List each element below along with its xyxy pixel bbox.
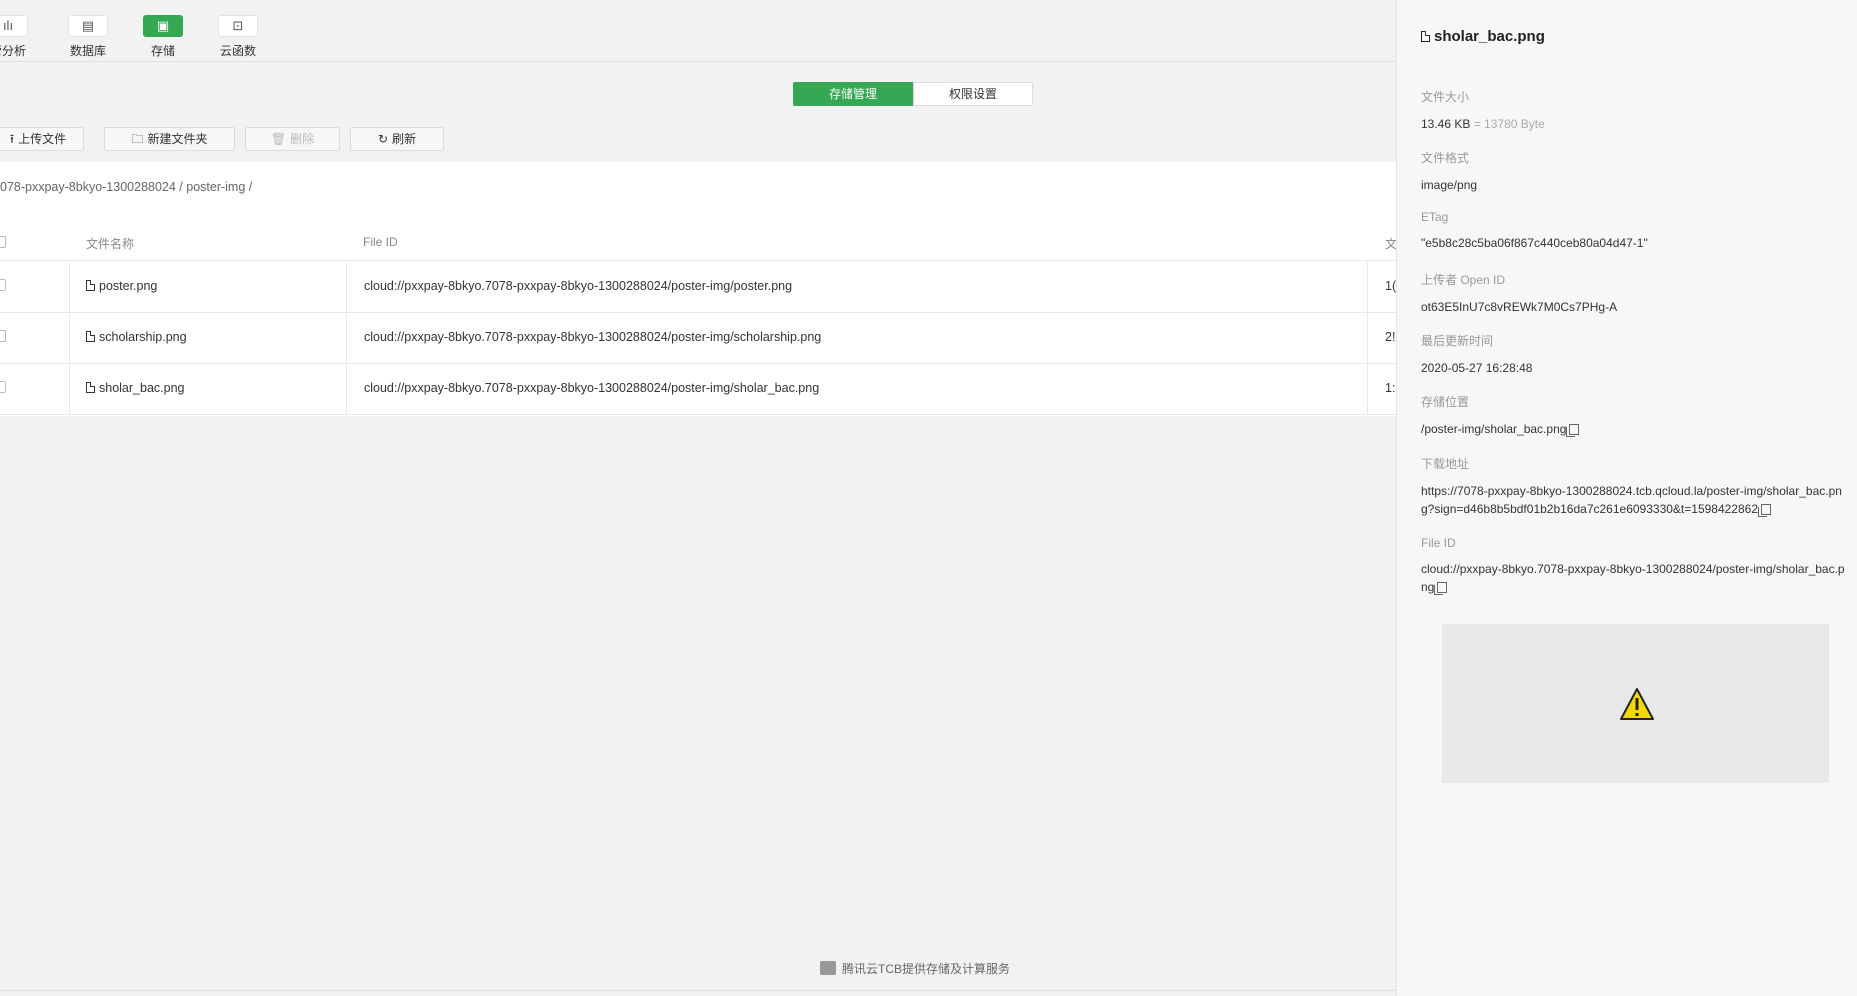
field-label: 文件大小 xyxy=(1421,90,1470,104)
main-area: ılı 营分析 ▤ 数据库 ▣ 存储 ⊡ 云函数 存储管理 权限设置 ⭱上传文件 xyxy=(0,0,1397,996)
file-list: 078-pxxpay-8bkyo-1300288024 / poster-img… xyxy=(0,162,1397,416)
file-icon xyxy=(86,280,95,291)
folder-icon: 🗀 xyxy=(131,132,144,146)
panel-title: sholar_bac.png xyxy=(1421,28,1545,45)
file-id-cell: cloud://pxxpay-8bkyo.7078-pxxpay-8bkyo-1… xyxy=(364,330,822,344)
field-label: 存储位置 xyxy=(1421,395,1470,409)
etag-field: ETag "e5b8c28c5ba06f867c440ceb80a04d47-1… xyxy=(1421,210,1851,252)
storage-tabs: 存储管理 权限设置 xyxy=(793,82,1033,106)
warning-icon xyxy=(1620,688,1654,720)
file-name-cell[interactable]: sholar_bac.png xyxy=(86,381,184,395)
copy-icon[interactable] xyxy=(1758,504,1772,517)
field-label: ETag xyxy=(1421,210,1449,224)
extra-cell: 1: xyxy=(1385,381,1396,395)
column-header-file-id: File ID xyxy=(363,235,398,249)
field-label: 最后更新时间 xyxy=(1421,334,1494,348)
upload-file-button[interactable]: ⭱ 上传文件 xyxy=(0,127,84,151)
refresh-button[interactable]: ↻ 刷新 xyxy=(350,127,444,151)
field-value: https://7078-pxxpay-8bkyo-1300288024.tcb… xyxy=(1421,484,1842,517)
column-divider xyxy=(346,262,347,312)
breadcrumb: 078-pxxpay-8bkyo-1300288024 / poster-img… xyxy=(0,180,253,194)
function-icon: ⊡ xyxy=(218,15,258,37)
footer: 腾讯云TCB提供存储及计算服务 xyxy=(820,960,1010,977)
column-divider xyxy=(69,364,70,414)
field-value: 2020-05-27 16:28:48 xyxy=(1421,361,1533,375)
field-value: "e5b8c28c5ba06f867c440ceb80a04d47-1" xyxy=(1421,236,1648,250)
file-id-cell: cloud://pxxpay-8bkyo.7078-pxxpay-8bkyo-1… xyxy=(364,381,820,395)
nav-item-storage[interactable]: ▣ 存储 xyxy=(133,15,193,59)
field-label: File ID xyxy=(1421,536,1456,550)
file-name-cell[interactable]: scholarship.png xyxy=(86,330,187,344)
nav-label: 存储 xyxy=(150,44,175,58)
trash-icon: 🗑 xyxy=(270,132,287,146)
extra-cell: 2! xyxy=(1385,330,1396,344)
copy-icon[interactable] xyxy=(1434,582,1448,595)
file-icon xyxy=(86,382,95,393)
storage-location-field: 存储位置 /poster-img/sholar_bac.png xyxy=(1421,393,1851,438)
top-nav: ılı 营分析 ▤ 数据库 ▣ 存储 ⊡ 云函数 xyxy=(0,0,1396,62)
column-divider xyxy=(1367,313,1368,363)
table-row[interactable]: sholar_bac.png cloud://pxxpay-8bkyo.7078… xyxy=(0,364,1396,415)
column-divider xyxy=(69,313,70,363)
bar-chart-icon: ılı xyxy=(0,15,28,37)
field-value: cloud://pxxpay-8bkyo.7078-pxxpay-8bkyo-1… xyxy=(1421,562,1845,595)
new-folder-button[interactable]: 🗀 新建文件夹 xyxy=(104,127,235,151)
column-divider xyxy=(1367,262,1368,312)
select-all-checkbox[interactable] xyxy=(0,236,6,248)
file-icon xyxy=(1421,31,1430,42)
refresh-icon: ↻ xyxy=(377,132,389,146)
nav-item-database[interactable]: ▤ 数据库 xyxy=(58,15,118,59)
field-value: image/png xyxy=(1421,178,1478,192)
file-id-cell: cloud://pxxpay-8bkyo.7078-pxxpay-8bkyo-1… xyxy=(364,279,793,293)
divider xyxy=(0,990,1396,991)
table-header: 文件名称 File ID 文 xyxy=(0,224,1397,261)
delete-button[interactable]: 🗑 删除 xyxy=(245,127,340,151)
download-url-field: 下载地址 https://7078-pxxpay-8bkyo-130028802… xyxy=(1421,455,1851,518)
tab-permissions[interactable]: 权限设置 xyxy=(913,82,1033,106)
row-checkbox[interactable] xyxy=(0,381,6,393)
table-row[interactable]: poster.png cloud://pxxpay-8bkyo.7078-pxx… xyxy=(0,262,1396,313)
tab-storage-management[interactable]: 存储管理 xyxy=(793,82,913,106)
table-row[interactable]: scholarship.png cloud://pxxpay-8bkyo.707… xyxy=(0,313,1396,364)
field-value: ot63E5InU7c8vREWk7M0Cs7PHg-A xyxy=(1421,300,1618,314)
column-header-name: 文件名称 xyxy=(86,237,135,251)
row-checkbox[interactable] xyxy=(0,330,6,342)
field-label: 文件格式 xyxy=(1421,151,1470,165)
updated-time-field: 最后更新时间 2020-05-27 16:28:48 xyxy=(1421,332,1851,377)
field-label: 下载地址 xyxy=(1421,457,1470,471)
nav-label: 营分析 xyxy=(0,44,26,58)
uploader-field: 上传者 Open ID ot63E5InU7c8vREWk7M0Cs7PHg-A xyxy=(1421,271,1851,316)
upload-icon: ⭱ xyxy=(9,132,15,146)
file-id-field: File ID cloud://pxxpay-8bkyo.7078-pxxpay… xyxy=(1421,536,1851,596)
field-label: 上传者 Open ID xyxy=(1421,273,1506,287)
field-value: /poster-img/sholar_bac.png xyxy=(1421,420,1851,438)
extra-cell: 1( xyxy=(1385,279,1397,293)
column-divider xyxy=(1367,364,1368,414)
copy-icon[interactable] xyxy=(1566,424,1580,437)
tencent-cloud-logo-icon xyxy=(820,961,836,975)
column-divider xyxy=(69,262,70,312)
image-preview xyxy=(1442,624,1829,783)
row-checkbox[interactable] xyxy=(0,279,6,291)
column-divider xyxy=(346,313,347,363)
file-format-field: 文件格式 image/png xyxy=(1421,149,1851,194)
file-icon xyxy=(86,331,95,342)
nav-item-analytics[interactable]: ılı 营分析 xyxy=(0,15,38,59)
column-divider xyxy=(346,364,347,414)
file-detail-panel: sholar_bac.png 文件大小 13.46 KB = 13780 Byt… xyxy=(1396,0,1857,996)
storage-icon: ▣ xyxy=(143,15,183,37)
file-size-field: 文件大小 13.46 KB = 13780 Byte xyxy=(1421,88,1851,133)
file-name-cell[interactable]: poster.png xyxy=(86,279,157,293)
nav-label: 数据库 xyxy=(69,44,106,58)
nav-item-functions[interactable]: ⊡ 云函数 xyxy=(208,15,268,59)
field-value: 13.46 KB = 13780 Byte xyxy=(1421,117,1545,131)
nav-label: 云函数 xyxy=(219,44,256,58)
database-icon: ▤ xyxy=(68,15,108,37)
